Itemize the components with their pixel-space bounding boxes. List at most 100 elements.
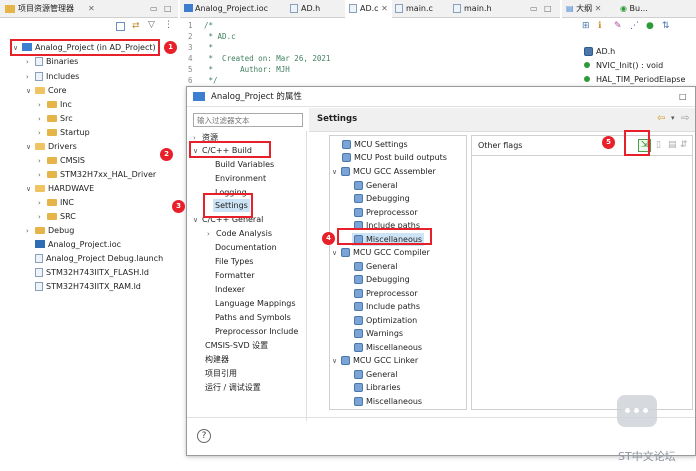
close-icon[interactable]: ✕ — [88, 0, 95, 18]
close-icon[interactable]: ✕ — [381, 4, 388, 13]
tab-build-targets[interactable]: ◉ Bu... — [620, 0, 648, 18]
minimize-icon[interactable]: ▭ — [530, 0, 538, 18]
chevron-right-icon[interactable]: › — [207, 228, 216, 241]
category-paths-symbols[interactable]: Paths and Symbols — [215, 311, 291, 324]
tab-ad-c[interactable]: AD.c ✕ — [345, 0, 392, 18]
category-project-references[interactable]: 项目引用 — [205, 367, 237, 380]
filter-icon[interactable]: ▽ — [148, 20, 155, 30]
category-file-types[interactable]: File Types — [215, 255, 253, 268]
setting-ld-general[interactable]: General — [354, 368, 398, 381]
help-icon[interactable]: ? — [197, 429, 211, 443]
setting-ld-miscellaneous[interactable]: Miscellaneous — [354, 395, 422, 408]
tab-main-c[interactable]: main.c — [395, 0, 433, 18]
setting-mcu-post-build[interactable]: MCU Post build outputs — [342, 151, 447, 164]
tree-item-core[interactable]: ∨ Core — [26, 84, 67, 97]
maximize-icon[interactable]: □ — [164, 0, 172, 18]
tree-item-inc[interactable]: › Inc — [38, 98, 72, 111]
tree-item-debug[interactable]: › Debug — [26, 224, 74, 237]
tab-ioc[interactable]: Analog_Project.ioc — [184, 0, 268, 18]
chevron-down-icon[interactable]: ∨ — [26, 141, 35, 154]
chevron-down-icon[interactable]: ∨ — [332, 247, 341, 260]
tab-main-h[interactable]: main.h — [453, 0, 492, 18]
setting-cc-optimization[interactable]: Optimization — [354, 314, 417, 327]
chevron-down-icon[interactable]: ▾ — [671, 114, 675, 122]
back-arrow-icon[interactable]: ⇦ — [657, 113, 665, 124]
filter-input[interactable] — [193, 113, 303, 127]
tree-item-launch[interactable]: Analog_Project Debug.launch — [35, 252, 163, 265]
chevron-right-icon[interactable]: › — [38, 99, 47, 112]
dialog-maximize-icon[interactable]: □ — [679, 88, 687, 106]
chevron-right-icon[interactable]: › — [38, 155, 47, 168]
chevron-down-icon[interactable]: ∨ — [193, 214, 202, 227]
category-build-variables[interactable]: Build Variables — [215, 158, 274, 171]
chevron-right-icon[interactable]: › — [26, 56, 35, 69]
chevron-right-icon[interactable]: › — [38, 113, 47, 126]
setting-asm-general[interactable]: General — [354, 179, 398, 192]
chevron-down-icon[interactable]: ∨ — [332, 355, 341, 368]
hide-nonpublic-icon[interactable]: ⋰ — [630, 21, 639, 31]
view-menu-icon[interactable]: ⋮ — [164, 20, 173, 30]
category-environment[interactable]: Environment — [215, 172, 266, 185]
tree-item-src[interactable]: › Src — [38, 112, 73, 125]
category-documentation[interactable]: Documentation — [215, 241, 277, 254]
forward-arrow-icon[interactable]: ⇨ — [681, 113, 689, 124]
hide-static-icon[interactable]: ✎ — [614, 21, 622, 31]
setting-cc-debugging[interactable]: Debugging — [354, 273, 410, 286]
sync-icon[interactable]: ⇅ — [662, 21, 670, 31]
category-formatter[interactable]: Formatter — [215, 269, 255, 282]
setting-ld-libraries[interactable]: Libraries — [354, 381, 401, 394]
chevron-right-icon[interactable]: › — [38, 211, 47, 224]
category-code-analysis[interactable]: › Code Analysis — [207, 227, 272, 240]
category-run-debug-settings[interactable]: 运行 / 调试设置 — [205, 381, 261, 394]
close-icon[interactable]: ✕ — [595, 4, 602, 13]
tree-item-includes[interactable]: › Includes — [26, 70, 79, 83]
link-editor-icon[interactable]: ⇄ — [132, 21, 140, 31]
category-indexer[interactable]: Indexer — [215, 283, 245, 296]
outline-item-hal-tim[interactable]: HAL_TIM_PeriodElapse — [584, 73, 685, 86]
tree-item-src-2[interactable]: › SRC — [38, 210, 76, 223]
collapse-all-icon[interactable] — [116, 22, 125, 31]
setting-asm-preprocessor[interactable]: Preprocessor — [354, 206, 418, 219]
edit-flag-icon[interactable]: ▤ — [668, 140, 677, 150]
category-preprocessor-include[interactable]: Preprocessor Include — [215, 325, 298, 338]
setting-gcc-assembler[interactable]: ∨ MCU GCC Assembler — [332, 165, 436, 178]
explorer-title[interactable]: 项目资源管理器 — [18, 0, 74, 18]
sort-icon[interactable]: ⊞ — [582, 21, 590, 31]
tree-item-ram-ld[interactable]: STM32H743IITX_RAM.ld — [35, 280, 141, 293]
category-builders[interactable]: 构建器 — [205, 353, 229, 366]
setting-cc-preprocessor[interactable]: Preprocessor — [354, 287, 418, 300]
setting-cc-miscellaneous[interactable]: Miscellaneous — [354, 341, 422, 354]
tree-item-inc-2[interactable]: › INC — [38, 196, 74, 209]
setting-asm-debugging[interactable]: Debugging — [354, 192, 410, 205]
chevron-right-icon[interactable]: › — [38, 169, 47, 182]
tab-outline[interactable]: ▤ 大纲 ✕ — [566, 0, 601, 18]
setting-cc-general[interactable]: General — [354, 260, 398, 273]
other-flags-list[interactable] — [472, 157, 692, 409]
move-flag-icon[interactable]: ⇵ — [680, 140, 688, 150]
green-dot-icon[interactable]: ● — [646, 21, 654, 31]
tree-item-hardwave[interactable]: ∨ HARDWAVE — [26, 182, 94, 195]
setting-gcc-compiler[interactable]: ∨ MCU GCC Compiler — [332, 246, 430, 259]
outline-item-ad-h[interactable]: AD.h — [584, 45, 615, 58]
category-language-mappings[interactable]: Language Mappings — [215, 297, 296, 310]
tree-item-binaries[interactable]: › Binaries — [26, 55, 78, 68]
setting-mcu-settings[interactable]: MCU Settings — [342, 138, 408, 151]
chevron-down-icon[interactable]: ∨ — [332, 166, 341, 179]
tree-item-flash-ld[interactable]: STM32H743IITX_FLASH.ld — [35, 266, 149, 279]
chevron-right-icon[interactable]: › — [38, 197, 47, 210]
chevron-down-icon[interactable]: ∨ — [26, 183, 35, 196]
chevron-right-icon[interactable]: › — [26, 225, 35, 238]
tree-item-cmsis[interactable]: › CMSIS — [38, 154, 85, 167]
chevron-down-icon[interactable]: ∨ — [26, 85, 35, 98]
tree-item-startup[interactable]: › Startup — [38, 126, 90, 139]
hide-fields-icon[interactable]: ℹ — [598, 21, 601, 31]
minimize-icon[interactable]: ▭ — [150, 0, 158, 18]
setting-cc-warnings[interactable]: Warnings — [354, 327, 403, 340]
tree-item-drivers[interactable]: ∨ Drivers — [26, 140, 77, 153]
outline-item-nvic[interactable]: NVIC_Init() : void — [584, 59, 663, 72]
tree-item-hal-driver[interactable]: › STM32H7xx_HAL_Driver — [38, 168, 156, 181]
chevron-right-icon[interactable]: › — [26, 71, 35, 84]
category-cmsis-svd[interactable]: CMSIS-SVD 设置 — [205, 339, 268, 352]
maximize-icon[interactable]: □ — [544, 0, 552, 18]
setting-gcc-linker[interactable]: ∨ MCU GCC Linker — [332, 354, 418, 367]
